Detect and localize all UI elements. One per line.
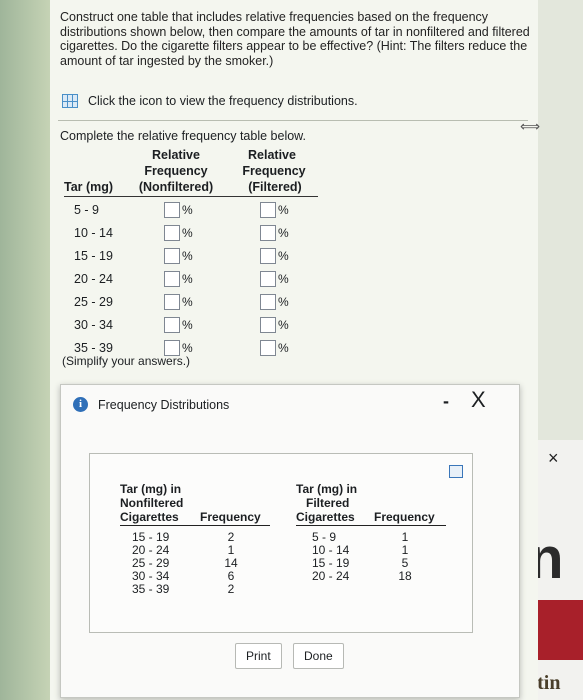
nonfiltered-relative-frequency-input[interactable] bbox=[164, 225, 180, 241]
copy-icon[interactable] bbox=[449, 465, 463, 478]
nf-tar-range: 35 - 39 bbox=[132, 582, 170, 596]
col2-header-line3: (Nonfiltered) bbox=[138, 180, 214, 194]
nf-header-underline bbox=[120, 525, 270, 526]
f-header-line2: Filtered bbox=[306, 496, 350, 510]
col3-header-line3: (Filtered) bbox=[248, 180, 302, 194]
tar-range-label: 35 - 39 bbox=[74, 341, 113, 355]
minimize-button[interactable]: - bbox=[443, 391, 449, 412]
background-left bbox=[0, 0, 52, 700]
distribution-tables: Tar (mg) in Nonfiltered Cigarettes Frequ… bbox=[89, 453, 473, 633]
done-button[interactable]: Done bbox=[293, 643, 344, 669]
f-header-line3: Cigarettes bbox=[296, 510, 355, 524]
table-instruction: Complete the relative frequency table be… bbox=[60, 129, 306, 143]
nf-header-line2: Nonfiltered bbox=[120, 496, 184, 510]
tar-range-label: 10 - 14 bbox=[74, 226, 113, 240]
percent-sign: % bbox=[182, 203, 193, 217]
nonfiltered-relative-frequency-input[interactable] bbox=[164, 202, 180, 218]
header-underline bbox=[64, 196, 318, 197]
nf-frequency: 2 bbox=[227, 530, 235, 544]
nf-tar-range: 25 - 29 bbox=[132, 556, 170, 570]
col2-header-line2: Frequency bbox=[144, 164, 208, 178]
percent-sign: % bbox=[182, 249, 193, 263]
nf-tar-range: 15 - 19 bbox=[132, 530, 170, 544]
col1-header: Tar (mg) bbox=[64, 180, 114, 194]
f-frequency: 5 bbox=[401, 556, 409, 570]
percent-sign: % bbox=[278, 272, 289, 286]
nf-frequency: 1 bbox=[227, 543, 235, 557]
frequency-distributions-dialog: i Frequency Distributions - X Tar (mg) i… bbox=[60, 384, 520, 698]
percent-sign: % bbox=[278, 226, 289, 240]
percent-sign: % bbox=[278, 249, 289, 263]
percent-sign: % bbox=[278, 295, 289, 309]
percent-sign: % bbox=[182, 272, 193, 286]
view-distributions-label[interactable]: Click the icon to view the frequency dis… bbox=[88, 94, 358, 108]
nf-frequency: 14 bbox=[224, 556, 238, 570]
f-tar-range: 5 - 9 bbox=[312, 530, 337, 544]
info-icon: i bbox=[73, 397, 88, 412]
background-close-icon[interactable]: × bbox=[548, 448, 559, 469]
nonfiltered-relative-frequency-input[interactable] bbox=[164, 248, 180, 264]
f-tar-range: 15 - 19 bbox=[312, 556, 350, 570]
print-button[interactable]: Print bbox=[235, 643, 282, 669]
tar-range-label: 5 - 9 bbox=[74, 203, 100, 217]
nonfiltered-relative-frequency-input[interactable] bbox=[164, 294, 180, 310]
table-icon[interactable] bbox=[62, 94, 78, 108]
close-button[interactable]: X bbox=[471, 387, 486, 413]
filtered-relative-frequency-input[interactable] bbox=[260, 271, 276, 287]
simplify-note: (Simplify your answers.) bbox=[62, 354, 191, 368]
question-text: Construct one table that includes relati… bbox=[60, 10, 530, 68]
filtered-relative-frequency-input[interactable] bbox=[260, 202, 276, 218]
nf-tar-range: 20 - 24 bbox=[132, 543, 170, 557]
percent-sign: % bbox=[278, 203, 289, 217]
percent-sign: % bbox=[182, 226, 193, 240]
percent-sign: % bbox=[182, 341, 193, 355]
nonfiltered-relative-frequency-input[interactable] bbox=[164, 317, 180, 333]
nf-header-line3: Cigarettes bbox=[120, 510, 179, 524]
dialog-title: Frequency Distributions bbox=[98, 397, 230, 412]
nf-frequency: 2 bbox=[227, 582, 235, 596]
filtered-relative-frequency-input[interactable] bbox=[260, 248, 276, 264]
tar-range-label: 25 - 29 bbox=[74, 295, 113, 309]
col2-header-line1: Relative bbox=[152, 148, 200, 162]
f-tar-range: 20 - 24 bbox=[312, 569, 350, 583]
filtered-relative-frequency-input[interactable] bbox=[260, 225, 276, 241]
col3-header-line1: Relative bbox=[248, 148, 296, 162]
filtered-relative-frequency-input[interactable] bbox=[260, 294, 276, 310]
view-distributions-link[interactable]: Click the icon to view the frequency dis… bbox=[62, 94, 358, 108]
f-header-underline bbox=[296, 525, 446, 526]
divider bbox=[58, 120, 528, 121]
tar-range-label: 15 - 19 bbox=[74, 249, 113, 263]
filtered-relative-frequency-input[interactable] bbox=[260, 340, 276, 356]
col3-header-line2: Frequency bbox=[242, 164, 306, 178]
percent-sign: % bbox=[182, 318, 193, 332]
nf-frequency-header: Frequency bbox=[200, 510, 261, 524]
nonfiltered-relative-frequency-input[interactable] bbox=[164, 271, 180, 287]
f-header-line1: Tar (mg) in bbox=[296, 482, 358, 496]
filtered-relative-frequency-input[interactable] bbox=[260, 317, 276, 333]
percent-sign: % bbox=[278, 318, 289, 332]
f-frequency-header: Frequency bbox=[374, 510, 435, 524]
f-frequency: 1 bbox=[401, 530, 409, 544]
percent-sign: % bbox=[182, 295, 193, 309]
nf-header-line1: Tar (mg) in bbox=[120, 482, 182, 496]
f-frequency: 18 bbox=[398, 569, 412, 583]
f-tar-range: 10 - 14 bbox=[312, 543, 350, 557]
tar-range-label: 20 - 24 bbox=[74, 272, 113, 286]
percent-sign: % bbox=[278, 341, 289, 355]
nf-tar-range: 30 - 34 bbox=[132, 569, 170, 583]
nf-frequency: 6 bbox=[227, 569, 235, 583]
tar-range-label: 30 - 34 bbox=[74, 318, 113, 332]
expand-arrows-icon[interactable]: ⟺ bbox=[520, 118, 540, 135]
f-frequency: 1 bbox=[401, 543, 409, 557]
